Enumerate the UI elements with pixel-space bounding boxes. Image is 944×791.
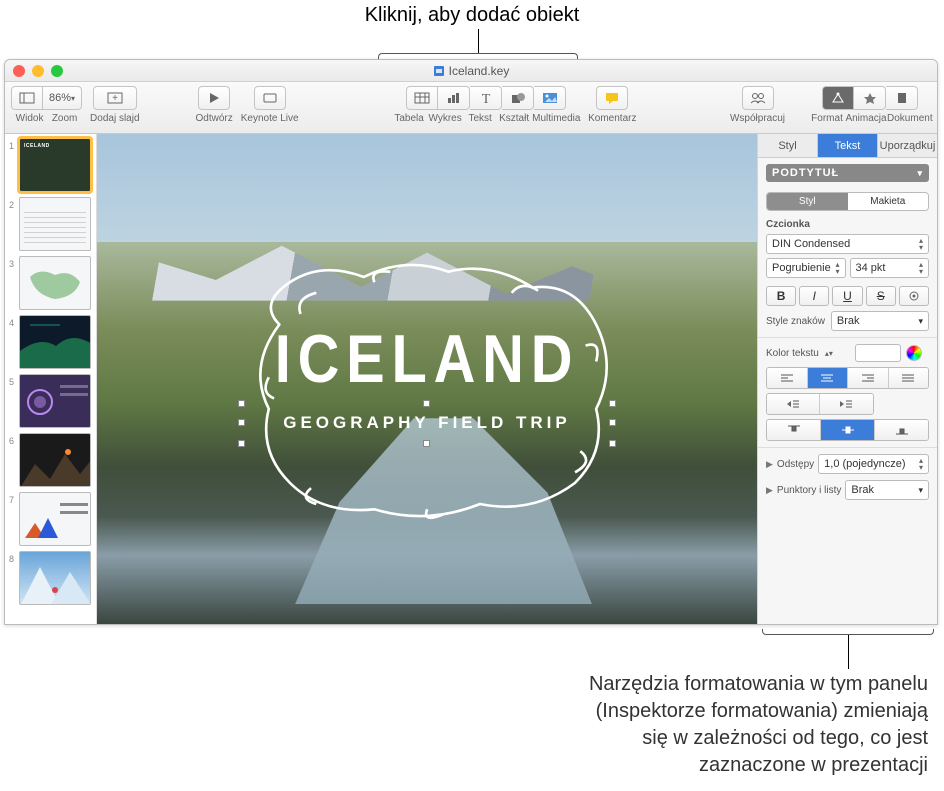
annotation-bottom: Narzędzia formatowania w tym panelu (Ins… [0, 631, 944, 791]
add-slide-button[interactable]: + [93, 86, 137, 110]
slide-thumb-1[interactable]: 1 ICELAND [9, 138, 92, 192]
add-slide-label: Dodaj slajd [90, 113, 139, 124]
shape-label: Kształt [496, 113, 532, 124]
indent-button[interactable] [820, 394, 872, 414]
slide-title[interactable]: ICELAND [147, 320, 708, 398]
bullets-select[interactable]: Brak▾ [845, 480, 929, 500]
svg-text:+: + [112, 93, 118, 104]
table-label: Tabela [392, 113, 426, 124]
format-label: Format [809, 113, 845, 124]
table-button[interactable] [406, 86, 438, 110]
valign-middle-button[interactable] [821, 420, 875, 440]
slide-thumb-8[interactable]: 8 [9, 551, 92, 605]
spacing-label: Odstępy [777, 459, 814, 470]
char-styles-label: Style znaków [766, 316, 825, 327]
outdent-button[interactable] [767, 394, 820, 414]
slide-thumb-2[interactable]: 2 [9, 197, 92, 251]
document-label: Dokument [887, 113, 931, 124]
font-options-button[interactable] [899, 286, 929, 306]
gear-icon [908, 290, 920, 302]
annotation-top: Kliknij, aby dodać obiekt [0, 0, 944, 29]
chevron-icon: ▴▾ [825, 350, 833, 357]
disclosure-triangle-icon[interactable]: ▶ [766, 459, 773, 470]
slide-canvas[interactable]: ICELAND GEOGRAPHY FIELD TRIP [97, 134, 757, 624]
text-button[interactable]: T [470, 86, 502, 110]
media-button[interactable] [534, 86, 566, 110]
media-label: Multimedia [532, 113, 580, 124]
font-family-select[interactable]: DIN Condensed▴▾ [766, 234, 929, 254]
indent-group [766, 393, 874, 415]
slide-thumb-6[interactable]: 6 [9, 433, 92, 487]
keynote-live-button[interactable] [254, 86, 286, 110]
tab-arrange[interactable]: Uporządkuj [878, 134, 937, 157]
titlebar: Iceland.key [5, 60, 937, 82]
view-label: Widok [16, 113, 44, 124]
align-right-button[interactable] [848, 368, 889, 388]
bold-button[interactable]: B [766, 286, 796, 306]
format-inspector: Styl Tekst Uporządkuj PODTYTUŁ▾ Styl Mak… [757, 134, 937, 624]
disclosure-triangle-icon[interactable]: ▶ [766, 485, 773, 496]
main-area: 1 ICELAND 2 3 4 5 6 [5, 134, 937, 624]
shape-button[interactable] [502, 86, 534, 110]
font-section-label: Czcionka [766, 219, 929, 230]
tab-text[interactable]: Tekst [818, 134, 878, 157]
char-styles-select[interactable]: Brak▾ [831, 311, 929, 331]
text-label: Tekst [464, 113, 496, 124]
text-color-label: Kolor tekstu [766, 348, 819, 359]
slide-thumb-7[interactable]: 7 [9, 492, 92, 546]
callout-line-top [478, 29, 479, 53]
font-size-field[interactable]: 34 pkt▴▾ [850, 258, 930, 278]
comment-button[interactable] [596, 86, 628, 110]
align-justify-button[interactable] [889, 368, 929, 388]
chart-button[interactable] [438, 86, 470, 110]
slide-thumb-5[interactable]: 5 [9, 374, 92, 428]
play-button[interactable] [198, 86, 230, 110]
zoom-select[interactable]: 86% ▾ [43, 86, 82, 110]
slide-thumb-4[interactable]: 4 [9, 315, 92, 369]
view-button[interactable] [11, 86, 43, 110]
animate-label: Animacja [845, 113, 887, 124]
callout-line-bottom [848, 635, 849, 669]
zoom-label: Zoom [52, 113, 78, 124]
app-window: Iceland.key 86% ▾ Widok Zoom + Dodaj sla… [4, 59, 938, 625]
toolbar: 86% ▾ Widok Zoom + Dodaj slajd Odtwórz K… [5, 82, 937, 134]
selection-box[interactable] [242, 404, 612, 443]
text-color-well[interactable] [855, 344, 901, 362]
slide-navigator[interactable]: 1 ICELAND 2 3 4 5 6 [5, 134, 97, 624]
subtab-style[interactable]: Styl [767, 193, 848, 210]
color-wheel-icon[interactable] [906, 345, 922, 361]
comment-label: Komentarz [588, 113, 636, 124]
collaborate-button[interactable] [742, 86, 774, 110]
font-weight-select[interactable]: Pogrubienie▴▾ [766, 258, 846, 278]
collaborate-label: Współpracuj [730, 113, 785, 124]
underline-button[interactable]: U [832, 286, 862, 306]
document-title: Iceland.key [5, 60, 937, 82]
align-center-button[interactable] [808, 368, 849, 388]
slide-thumb-3[interactable]: 3 [9, 256, 92, 310]
chart-label: Wykres [426, 113, 464, 124]
strikethrough-button[interactable]: S [866, 286, 896, 306]
tab-style[interactable]: Styl [758, 134, 818, 157]
align-left-button[interactable] [767, 368, 808, 388]
italic-button[interactable]: I [799, 286, 829, 306]
spacing-select[interactable]: 1,0 (pojedyncze)▴▾ [818, 454, 929, 474]
valign-bottom-button[interactable] [875, 420, 928, 440]
subtab-layout[interactable]: Makieta [848, 193, 929, 210]
bullets-label: Punktory i listy [777, 485, 841, 496]
paragraph-style-select[interactable]: PODTYTUŁ▾ [766, 164, 929, 182]
vertical-align-group [766, 419, 929, 441]
svg-text:T: T [481, 92, 490, 105]
keynote-live-label: Keynote Live [241, 113, 299, 124]
valign-top-button[interactable] [767, 420, 821, 440]
document-button[interactable] [886, 86, 918, 110]
format-button[interactable] [822, 86, 854, 110]
horizontal-align-group [766, 367, 929, 389]
animate-button[interactable] [854, 86, 886, 110]
play-label: Odtwórz [196, 113, 233, 124]
